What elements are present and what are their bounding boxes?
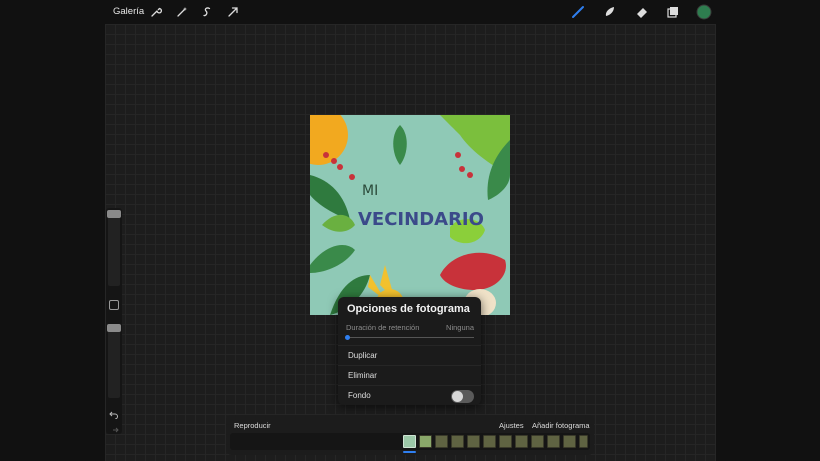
hold-duration-value: Ninguna — [446, 323, 474, 332]
background-label: Fondo — [348, 391, 371, 400]
frame-thumbnail[interactable] — [403, 435, 416, 448]
animation-timeline: Reproducir Ajustes Añadir fotograma — [226, 415, 594, 455]
duplicate-button[interactable]: Duplicar — [338, 345, 481, 365]
top-toolbar: Galería — [0, 0, 820, 24]
color-icon[interactable] — [696, 4, 712, 20]
frame-thumbnail[interactable] — [563, 435, 576, 448]
frame-thumbnail[interactable] — [451, 435, 464, 448]
frame-thumbnail[interactable] — [547, 435, 560, 448]
artwork-canvas[interactable]: MI VECINDARIO — [310, 115, 510, 315]
brush-opacity-slider[interactable] — [108, 326, 120, 398]
delete-label: Eliminar — [348, 371, 377, 380]
artwork-title-line2: VECINDARIO — [358, 209, 484, 230]
brush-opacity-thumb[interactable] — [107, 324, 121, 332]
frame-thumbnail[interactable] — [483, 435, 496, 448]
brush-icon[interactable] — [570, 4, 586, 20]
frame-thumbnail[interactable] — [515, 435, 528, 448]
layers-icon[interactable] — [665, 4, 681, 20]
artwork-illustration: MI VECINDARIO — [310, 115, 510, 315]
frame-thumbnail[interactable] — [467, 435, 480, 448]
settings-button[interactable]: Ajustes — [499, 421, 524, 430]
wrench-icon[interactable] — [148, 4, 164, 20]
artwork-title-line1: MI — [362, 183, 378, 199]
selected-frame-indicator — [403, 451, 416, 453]
hold-duration-knob[interactable] — [345, 335, 350, 340]
delete-button[interactable]: Eliminar — [338, 365, 481, 385]
background-toggle-knob — [452, 391, 463, 402]
frame-thumbnail[interactable] — [419, 435, 432, 448]
eraser-icon[interactable] — [634, 4, 650, 20]
gallery-button[interactable]: Galería — [113, 6, 144, 17]
background-row: Fondo — [338, 385, 481, 405]
magic-wand-icon[interactable] — [174, 4, 190, 20]
frame-thumbnail[interactable] — [499, 435, 512, 448]
background-toggle[interactable] — [451, 390, 474, 403]
sidebar — [106, 208, 122, 434]
frame-thumbnail[interactable] — [579, 435, 588, 448]
brush-size-slider[interactable] — [108, 210, 120, 286]
hold-duration-slider[interactable] — [346, 337, 474, 338]
add-frame-button[interactable]: Añadir fotograma — [532, 421, 590, 430]
frame-thumbnail[interactable] — [435, 435, 448, 448]
smudge-icon[interactable] — [602, 4, 618, 20]
transform-arrow-icon[interactable] — [225, 4, 241, 20]
frame-options-title: Opciones de fotograma — [347, 303, 470, 315]
selection-icon[interactable] — [199, 4, 215, 20]
modify-button[interactable] — [109, 300, 119, 310]
duplicate-label: Duplicar — [348, 351, 378, 360]
brush-size-thumb[interactable] — [107, 210, 121, 218]
play-button[interactable]: Reproducir — [234, 421, 271, 430]
redo-icon[interactable] — [109, 422, 119, 440]
frame-options-popover: Opciones de fotograma Duración de retenc… — [338, 297, 481, 405]
frame-thumbnail[interactable] — [531, 435, 544, 448]
hold-duration-label: Duración de retención — [346, 323, 420, 332]
frame-strip — [230, 433, 590, 450]
